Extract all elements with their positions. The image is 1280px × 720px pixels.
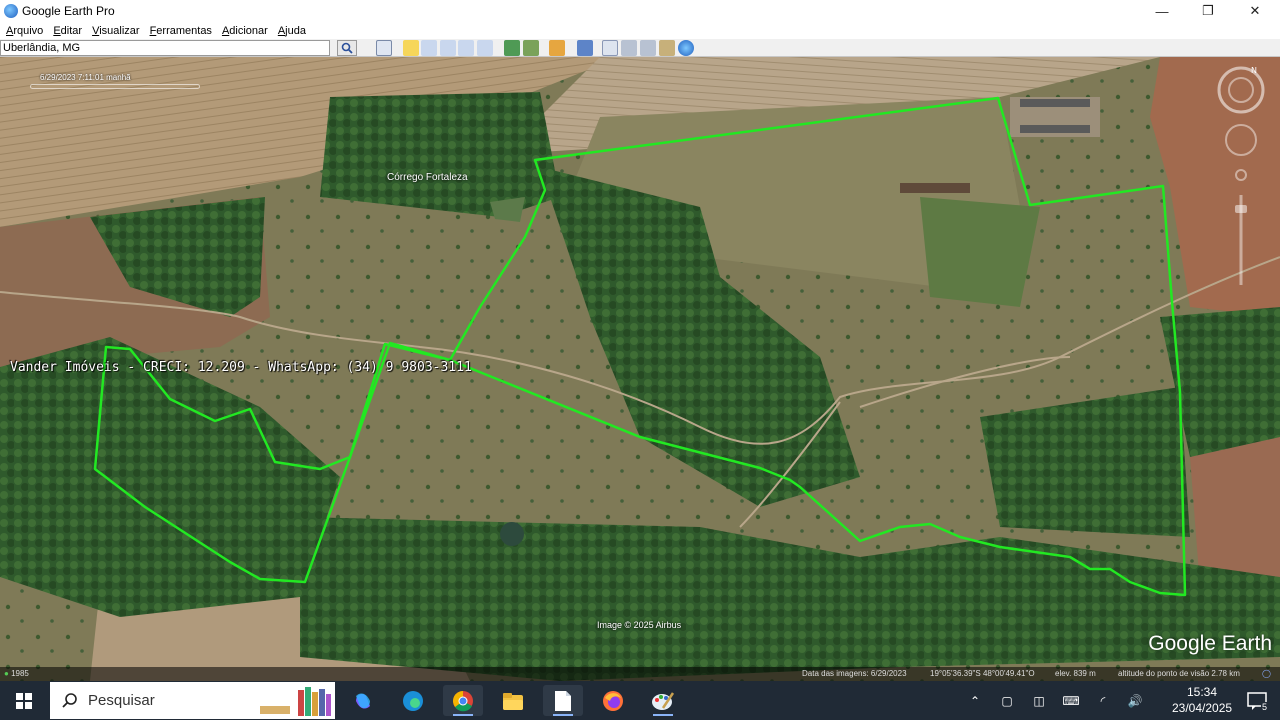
notifications-button[interactable]: 5 [1240,685,1274,716]
clock-time: 15:34 [1186,685,1218,699]
elevation: elev. 839 m [1055,669,1096,678]
sun-icon[interactable] [523,40,539,56]
wifi-icon[interactable]: ◜ [1092,681,1114,720]
navigation-controls[interactable]: N [1216,65,1266,305]
eye-altitude: altitude do ponto de visão 2.78 km [1118,669,1240,678]
maximize-button[interactable]: ❐ [1185,0,1231,22]
menu-ferramentas[interactable]: Ferramentas [150,25,212,37]
notification-count-badge: 5 [1260,702,1268,712]
paint-icon[interactable] [643,685,683,716]
volume-icon[interactable]: 🔊 [1124,681,1146,720]
path-icon[interactable] [440,40,456,56]
print-icon[interactable] [621,40,637,56]
move-joystick[interactable] [1225,124,1257,156]
file-explorer-icon[interactable] [493,685,533,716]
status-bar: ● 1985 Data das imagens: 6/29/2023 19°05… [0,667,1280,681]
search-icon [341,42,353,54]
toolbar [0,39,1280,57]
place-label[interactable]: Córrego Fortaleza [387,172,468,183]
search-input[interactable] [0,40,330,56]
start-button[interactable] [0,681,48,720]
zoom-slider-thumb[interactable] [1235,205,1247,213]
ruler-icon[interactable] [577,40,593,56]
email-icon[interactable] [602,40,618,56]
north-indicator-icon[interactable]: N [1251,66,1257,75]
firefox-icon[interactable] [593,685,633,716]
chrome-icon[interactable] [443,685,483,716]
image-credit: Image © 2025 Airbus [597,620,682,630]
taskbar-search[interactable]: Pesquisar [50,682,335,719]
language-keyboard-icon[interactable]: ⌨ [1060,681,1082,720]
look-joystick[interactable] [1228,77,1254,103]
time-slider[interactable] [30,84,200,89]
menu-visualizar[interactable]: Visualizar [92,25,140,37]
polygon-icon[interactable] [421,40,437,56]
placemark-icon[interactable] [403,40,419,56]
clock-date: 23/04/2025 [1172,701,1233,715]
save-image-icon[interactable] [640,40,656,56]
streaming-indicator-icon: ◯ [1262,669,1271,678]
copilot-icon[interactable] [343,685,383,716]
clock-icon: ● [4,669,9,678]
system-clock[interactable]: 15:34 23/04/2025 [1172,684,1232,716]
menu-adicionar[interactable]: Adicionar [222,25,268,37]
watermark-text: Vander Imóveis - CRECI: 12.209 - WhatsAp… [10,360,472,375]
show-hidden-icons-chevron-icon[interactable]: ⌃ [963,681,987,720]
books-search-highlight-icon [260,687,331,716]
image-overlay-icon[interactable] [458,40,474,56]
view-in-maps-icon[interactable] [659,40,675,56]
planets-icon[interactable] [549,40,565,56]
minimize-button[interactable]: — [1139,0,1185,22]
windows-taskbar: Pesquisar ⌃ ▢ ◫ ⌨ ◜ 🔊 15:34 23/04/2025 5 [0,681,1280,720]
google-earth-logo: Google Earth [1148,632,1272,655]
map-view[interactable]: 6/29/2023 7:11:01 manhã Córrego Fortalez… [0,57,1280,681]
earth-icon[interactable] [678,40,694,56]
menu-arquivo[interactable]: Arquivo [6,25,43,37]
google-earth-window: Google Earth Pro — ❐ ✕ Arquivo Editar Vi… [0,0,1280,681]
sidebar-toggle-icon[interactable] [376,40,392,56]
historical-year-indicator: ● 1985 [4,669,29,678]
coordinates: 19°05'36.39"S 48°00'49.41"O [930,669,1035,678]
historical-imagery-icon[interactable] [504,40,520,56]
search-button[interactable] [337,40,357,56]
record-tour-icon[interactable] [477,40,493,56]
screen-capture-icon[interactable]: ◫ [1028,681,1050,720]
meet-now-icon[interactable]: ▢ [996,681,1018,720]
window-title: Google Earth Pro [22,4,115,18]
search-icon [62,693,77,708]
imagery-timestamp: 6/29/2023 7:11:01 manhã [40,73,131,82]
menu-ajuda[interactable]: Ajuda [278,25,306,37]
imagery-date: Data das imagens: 6/29/2023 [802,669,907,678]
notepad-icon[interactable] [543,685,583,716]
menu-bar: Arquivo Editar Visualizar Ferramentas Ad… [0,22,1280,39]
menu-editar[interactable]: Editar [53,25,82,37]
street-view-icon[interactable] [1235,169,1247,181]
title-bar: Google Earth Pro — ❐ ✕ [0,0,1280,22]
close-button[interactable]: ✕ [1232,0,1278,22]
windows-logo-icon [16,692,32,709]
google-earth-app-icon [4,4,18,18]
edge-icon[interactable] [393,685,433,716]
taskbar-search-placeholder: Pesquisar [88,692,155,709]
